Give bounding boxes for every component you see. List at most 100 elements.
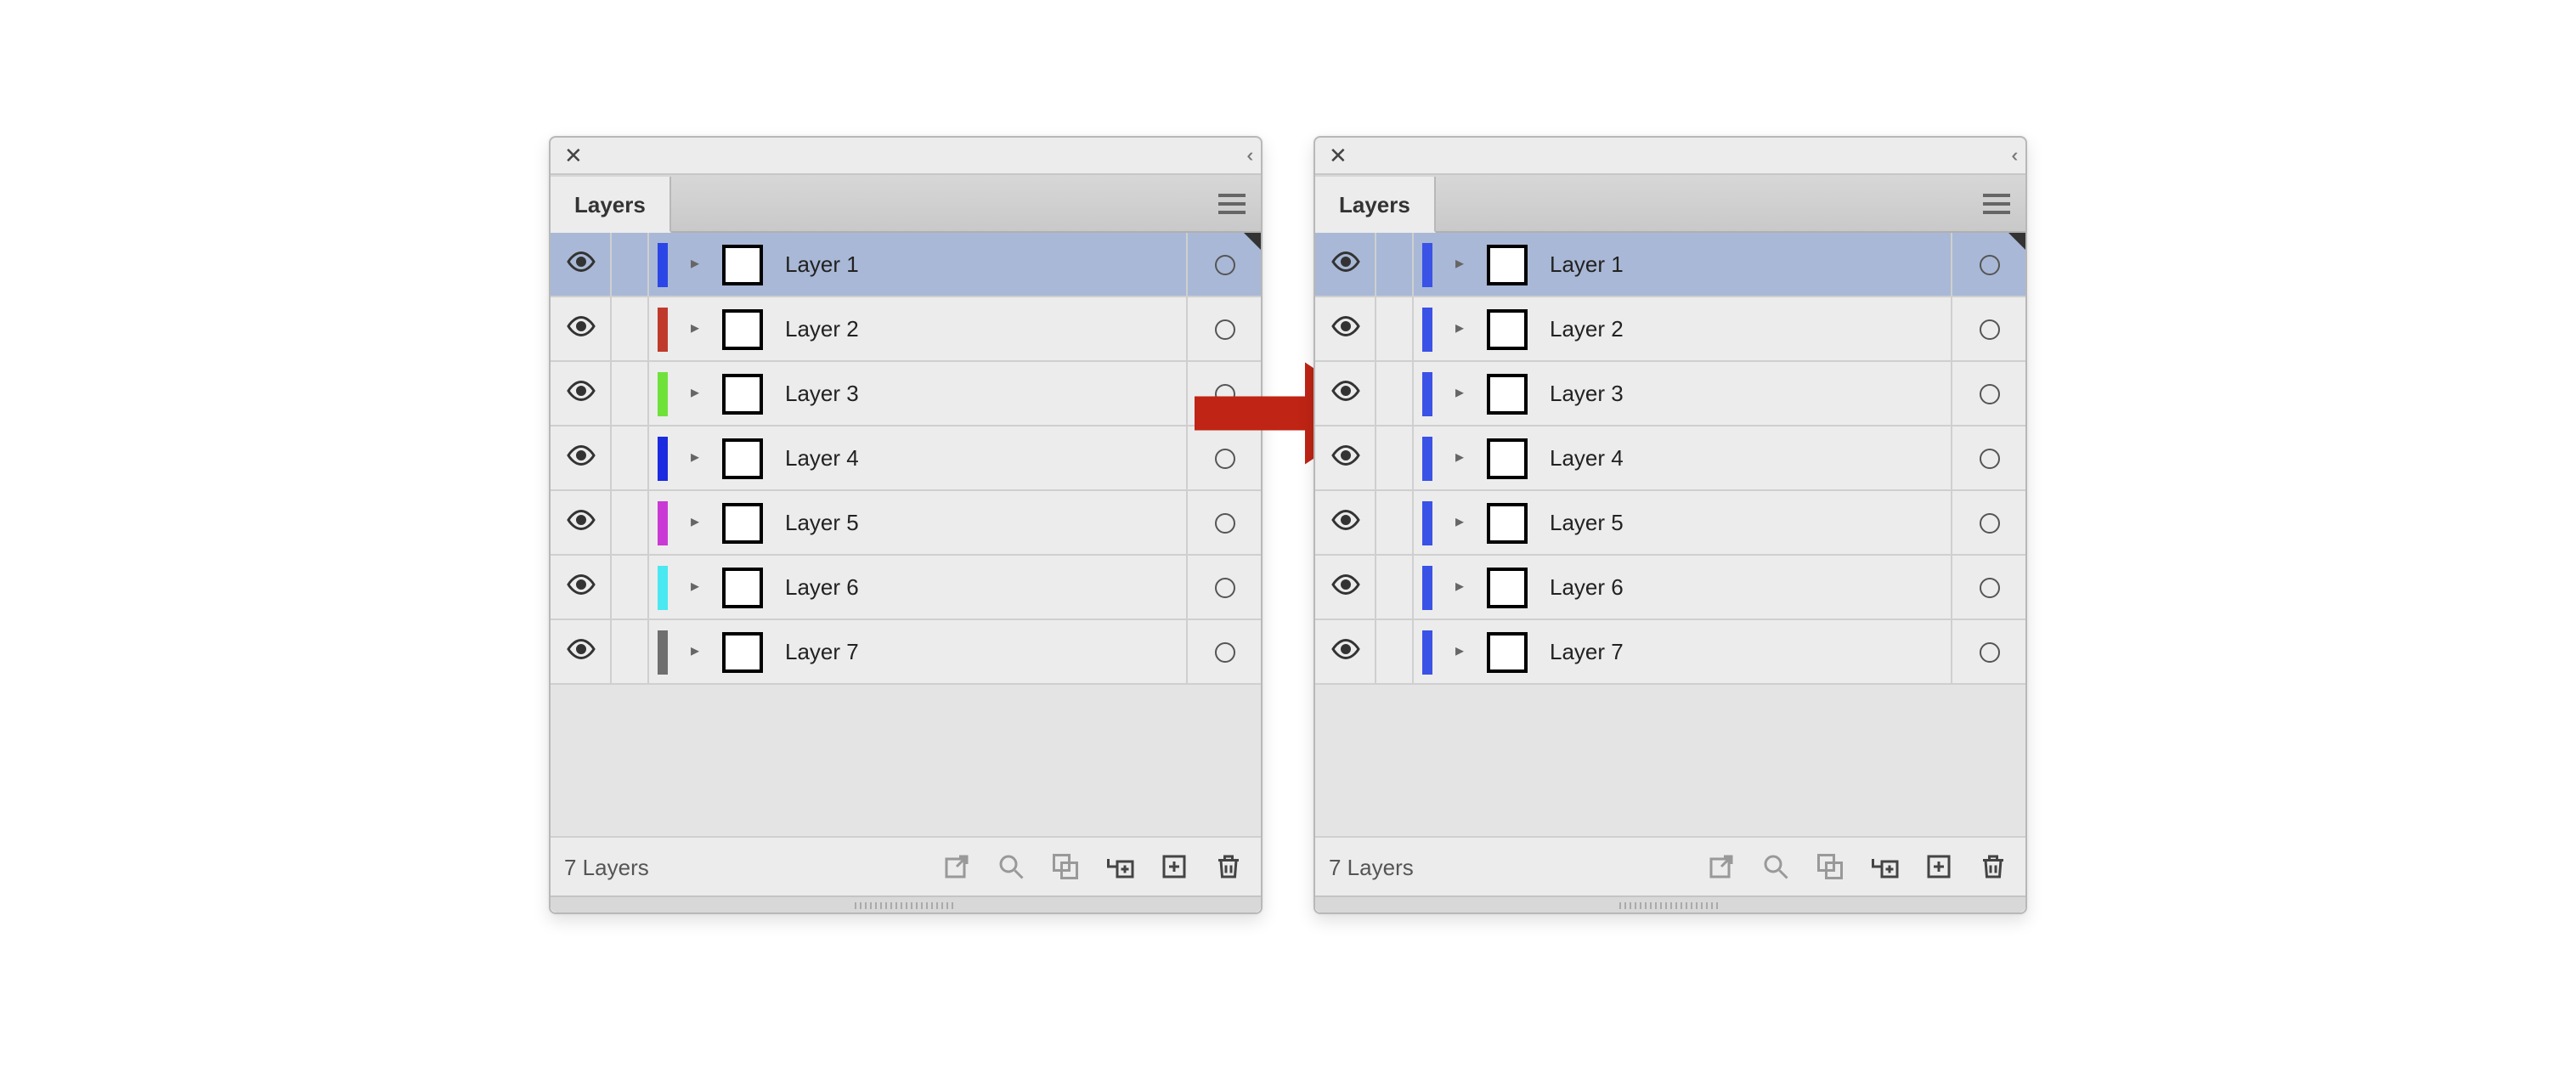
expand-triangle-icon[interactable]: ▸ — [676, 233, 714, 296]
layer-name[interactable]: Layer 2 — [1536, 316, 1951, 342]
layer-name[interactable]: Layer 1 — [1536, 251, 1951, 277]
lock-column[interactable] — [1376, 427, 1414, 489]
layer-row[interactable]: ▸ Layer 5 — [551, 491, 1261, 556]
layer-thumbnail[interactable] — [1478, 438, 1536, 478]
visibility-toggle[interactable] — [551, 233, 612, 296]
layer-thumbnail[interactable] — [1478, 502, 1536, 543]
layer-name[interactable]: Layer 3 — [771, 381, 1186, 406]
panel-menu-icon[interactable] — [1203, 175, 1261, 231]
lock-column[interactable] — [1376, 491, 1414, 554]
target-button[interactable] — [1186, 491, 1261, 554]
new-layer-icon[interactable] — [1155, 848, 1193, 885]
layer-thumbnail[interactable] — [714, 438, 771, 478]
visibility-toggle[interactable] — [551, 297, 612, 360]
expand-triangle-icon[interactable]: ▸ — [676, 362, 714, 425]
target-button[interactable] — [1951, 427, 2025, 489]
export-icon[interactable] — [1703, 848, 1740, 885]
layer-name[interactable]: Layer 3 — [1536, 381, 1951, 406]
visibility-toggle[interactable] — [1315, 491, 1376, 554]
expand-triangle-icon[interactable]: ▸ — [676, 556, 714, 619]
layer-thumbnail[interactable] — [714, 502, 771, 543]
layer-row[interactable]: ▸ Layer 4 — [551, 427, 1261, 491]
close-icon[interactable]: ✕ — [564, 142, 583, 169]
expand-triangle-icon[interactable]: ▸ — [1441, 427, 1478, 489]
panel-menu-icon[interactable] — [1968, 175, 2025, 231]
lock-column[interactable] — [612, 362, 649, 425]
layer-thumbnail[interactable] — [1478, 244, 1536, 285]
layer-thumbnail[interactable] — [714, 373, 771, 414]
layer-thumbnail[interactable] — [1478, 567, 1536, 607]
expand-triangle-icon[interactable]: ▸ — [676, 297, 714, 360]
visibility-toggle[interactable] — [551, 620, 612, 683]
expand-triangle-icon[interactable]: ▸ — [676, 427, 714, 489]
lock-column[interactable] — [1376, 556, 1414, 619]
clipping-mask-icon[interactable] — [1047, 848, 1084, 885]
target-button[interactable] — [1951, 233, 2025, 296]
visibility-toggle[interactable] — [551, 491, 612, 554]
target-button[interactable] — [1186, 620, 1261, 683]
panel-resize-grip[interactable] — [1315, 895, 2025, 912]
target-button[interactable] — [1951, 362, 2025, 425]
expand-triangle-icon[interactable]: ▸ — [1441, 556, 1478, 619]
layer-row[interactable]: ▸ Layer 4 — [1315, 427, 2025, 491]
target-button[interactable] — [1951, 491, 2025, 554]
layer-name[interactable]: Layer 5 — [771, 510, 1186, 535]
clipping-mask-icon[interactable] — [1811, 848, 1849, 885]
target-button[interactable] — [1186, 297, 1261, 360]
visibility-toggle[interactable] — [1315, 297, 1376, 360]
layer-row[interactable]: ▸ Layer 1 — [1315, 233, 2025, 297]
target-button[interactable] — [1951, 297, 2025, 360]
visibility-toggle[interactable] — [1315, 233, 1376, 296]
layer-row[interactable]: ▸ Layer 6 — [551, 556, 1261, 620]
layer-name[interactable]: Layer 7 — [771, 639, 1186, 664]
lock-column[interactable] — [612, 297, 649, 360]
lock-column[interactable] — [612, 556, 649, 619]
layer-name[interactable]: Layer 2 — [771, 316, 1186, 342]
layer-name[interactable]: Layer 7 — [1536, 639, 1951, 664]
lock-column[interactable] — [612, 491, 649, 554]
visibility-toggle[interactable] — [1315, 362, 1376, 425]
search-icon[interactable] — [992, 848, 1030, 885]
expand-triangle-icon[interactable]: ▸ — [1441, 620, 1478, 683]
layer-row[interactable]: ▸Layer 1 — [551, 233, 1261, 297]
new-sublayer-icon[interactable] — [1101, 848, 1138, 885]
search-icon[interactable] — [1757, 848, 1794, 885]
layer-name[interactable]: Layer 6 — [771, 574, 1186, 600]
lock-column[interactable] — [612, 233, 649, 296]
new-sublayer-icon[interactable] — [1866, 848, 1903, 885]
layer-row[interactable]: ▸ Layer 7 — [551, 620, 1261, 685]
tab-layers[interactable]: Layers — [551, 177, 671, 233]
layer-row[interactable]: ▸Layer 6 — [1315, 556, 2025, 620]
expand-triangle-icon[interactable]: ▸ — [1441, 362, 1478, 425]
layer-row[interactable]: ▸ Layer 3 — [1315, 362, 2025, 427]
layer-name[interactable]: Layer 4 — [771, 445, 1186, 471]
target-button[interactable] — [1186, 233, 1261, 296]
expand-triangle-icon[interactable]: ▸ — [1441, 297, 1478, 360]
lock-column[interactable] — [1376, 362, 1414, 425]
layer-thumbnail[interactable] — [714, 244, 771, 285]
visibility-toggle[interactable] — [551, 427, 612, 489]
trash-icon[interactable] — [1974, 848, 2012, 885]
visibility-toggle[interactable] — [551, 362, 612, 425]
layer-row[interactable]: ▸ Layer 2 — [1315, 297, 2025, 362]
lock-column[interactable] — [1376, 233, 1414, 296]
lock-column[interactable] — [612, 427, 649, 489]
tab-layers[interactable]: Layers — [1315, 177, 1436, 233]
expand-triangle-icon[interactable]: ▸ — [676, 620, 714, 683]
target-button[interactable] — [1951, 556, 2025, 619]
layer-row[interactable]: ▸ Layer 3 — [551, 362, 1261, 427]
layer-thumbnail[interactable] — [1478, 308, 1536, 349]
trash-icon[interactable] — [1210, 848, 1247, 885]
layer-row[interactable]: ▸ Layer 7 — [1315, 620, 2025, 685]
layer-row[interactable]: ▸Layer 5 — [1315, 491, 2025, 556]
visibility-toggle[interactable] — [1315, 620, 1376, 683]
layer-name[interactable]: Layer 4 — [1536, 445, 1951, 471]
layer-thumbnail[interactable] — [1478, 631, 1536, 672]
panel-resize-grip[interactable] — [551, 895, 1261, 912]
export-icon[interactable] — [938, 848, 975, 885]
lock-column[interactable] — [1376, 297, 1414, 360]
layer-thumbnail[interactable] — [1478, 373, 1536, 414]
expand-triangle-icon[interactable]: ▸ — [1441, 233, 1478, 296]
expand-triangle-icon[interactable]: ▸ — [676, 491, 714, 554]
layer-thumbnail[interactable] — [714, 308, 771, 349]
